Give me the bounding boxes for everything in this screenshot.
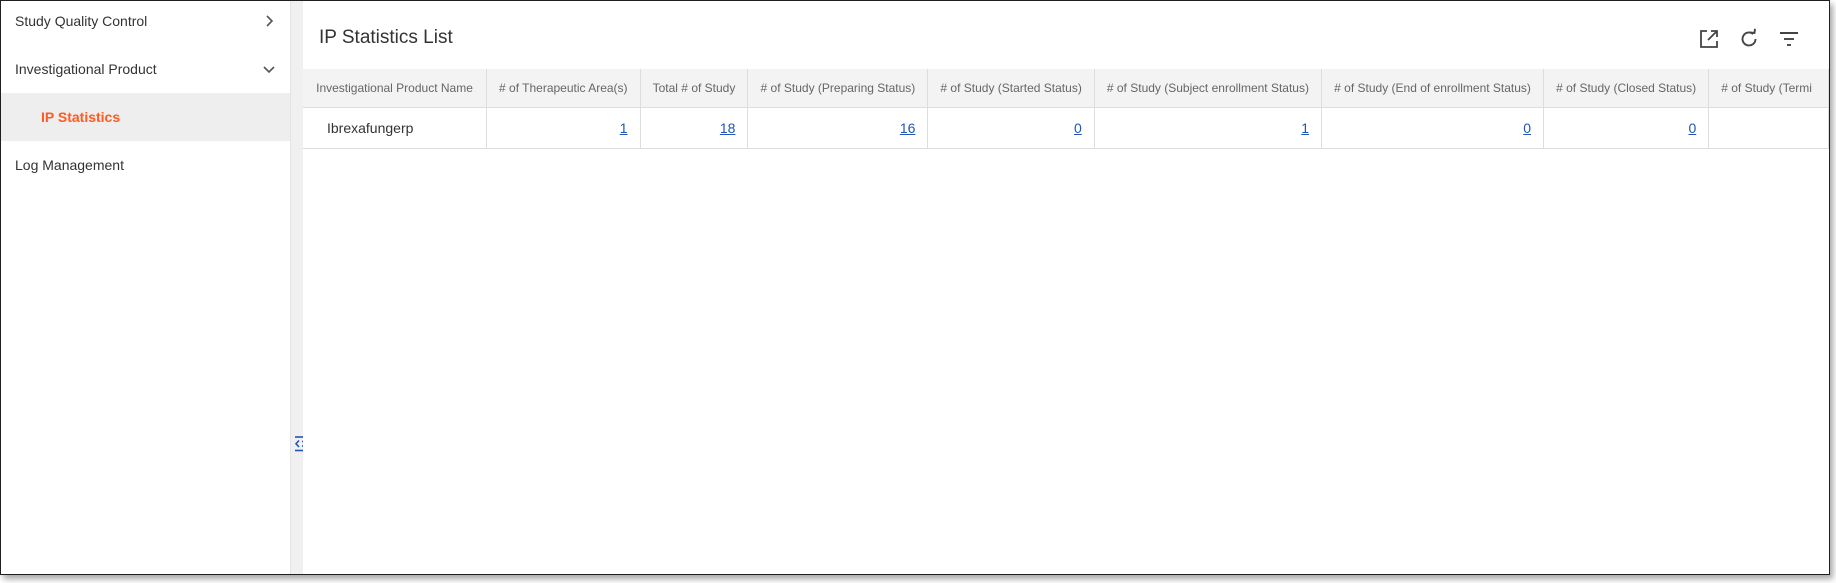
column-header-total-study[interactable]: Total # of Study: [640, 69, 749, 108]
column-header-subject-enrollment[interactable]: # of Study (Subject enrollment Status): [1094, 69, 1323, 108]
started-status-link[interactable]: 0: [1074, 120, 1082, 136]
main-panel: IP Statistics List Investigational Produ…: [303, 1, 1829, 574]
column-header-terminated[interactable]: # of Study (Termi: [1708, 69, 1829, 108]
cell-subject-enrollment: 1: [1094, 107, 1323, 149]
preparing-status-link[interactable]: 16: [900, 120, 916, 136]
cell-product-name: Ibrexafungerp: [303, 107, 488, 149]
cell-closed: 0: [1543, 107, 1710, 149]
sidebar-item-ip-statistics[interactable]: IP Statistics: [1, 93, 290, 141]
sidebar-item-investigational-product[interactable]: Investigational Product: [1, 45, 290, 93]
cell-end-of-enrollment: 0: [1321, 107, 1545, 149]
column-header-started[interactable]: # of Study (Started Status): [927, 69, 1095, 108]
cell-preparing: 16: [747, 107, 929, 149]
subject-enrollment-link[interactable]: 1: [1301, 120, 1309, 136]
table-header-row: Investigational Product Name # of Therap…: [303, 69, 1829, 108]
chevron-right-icon: [266, 15, 274, 27]
chevron-down-icon: [263, 66, 275, 74]
sidebar-item-label: IP Statistics: [41, 109, 121, 125]
total-study-link[interactable]: 18: [720, 120, 736, 136]
ip-statistics-table-container[interactable]: Investigational Product Name # of Therap…: [303, 69, 1829, 149]
open-in-new-icon[interactable]: [1697, 27, 1721, 51]
closed-status-link[interactable]: 0: [1688, 120, 1696, 136]
therapeutic-areas-link[interactable]: 1: [620, 120, 628, 136]
app-window: Study Quality Control Investigational Pr…: [0, 0, 1830, 575]
sidebar-item-label: Study Quality Control: [15, 13, 148, 29]
column-header-closed[interactable]: # of Study (Closed Status): [1543, 69, 1710, 108]
cell-therapeutic-areas: 1: [486, 107, 641, 149]
ip-statistics-table: Investigational Product Name # of Therap…: [303, 69, 1829, 149]
cell-terminated: [1708, 107, 1829, 149]
content-gutter: [291, 1, 303, 574]
sidebar-item-study-quality-control[interactable]: Study Quality Control: [1, 1, 290, 45]
column-header-preparing[interactable]: # of Study (Preparing Status): [747, 69, 929, 108]
filter-icon[interactable]: [1777, 27, 1801, 51]
sidebar-item-log-management[interactable]: Log Management: [1, 141, 290, 189]
sidebar-item-label: Log Management: [15, 157, 124, 173]
table-row: Ibrexafungerp 1 18 16 0 1 0 0: [303, 107, 1829, 149]
refresh-icon[interactable]: [1737, 27, 1761, 51]
column-header-product-name[interactable]: Investigational Product Name: [303, 69, 488, 108]
cell-total-study: 18: [640, 107, 749, 149]
column-header-therapeutic-areas[interactable]: # of Therapeutic Area(s): [486, 69, 641, 108]
sidebar-item-label: Investigational Product: [15, 61, 157, 77]
column-header-end-of-enrollment[interactable]: # of Study (End of enrollment Status): [1321, 69, 1545, 108]
end-of-enrollment-link[interactable]: 0: [1523, 120, 1531, 136]
sidebar: Study Quality Control Investigational Pr…: [1, 1, 291, 574]
cell-started: 0: [927, 107, 1095, 149]
page-title: IP Statistics List: [319, 27, 453, 48]
